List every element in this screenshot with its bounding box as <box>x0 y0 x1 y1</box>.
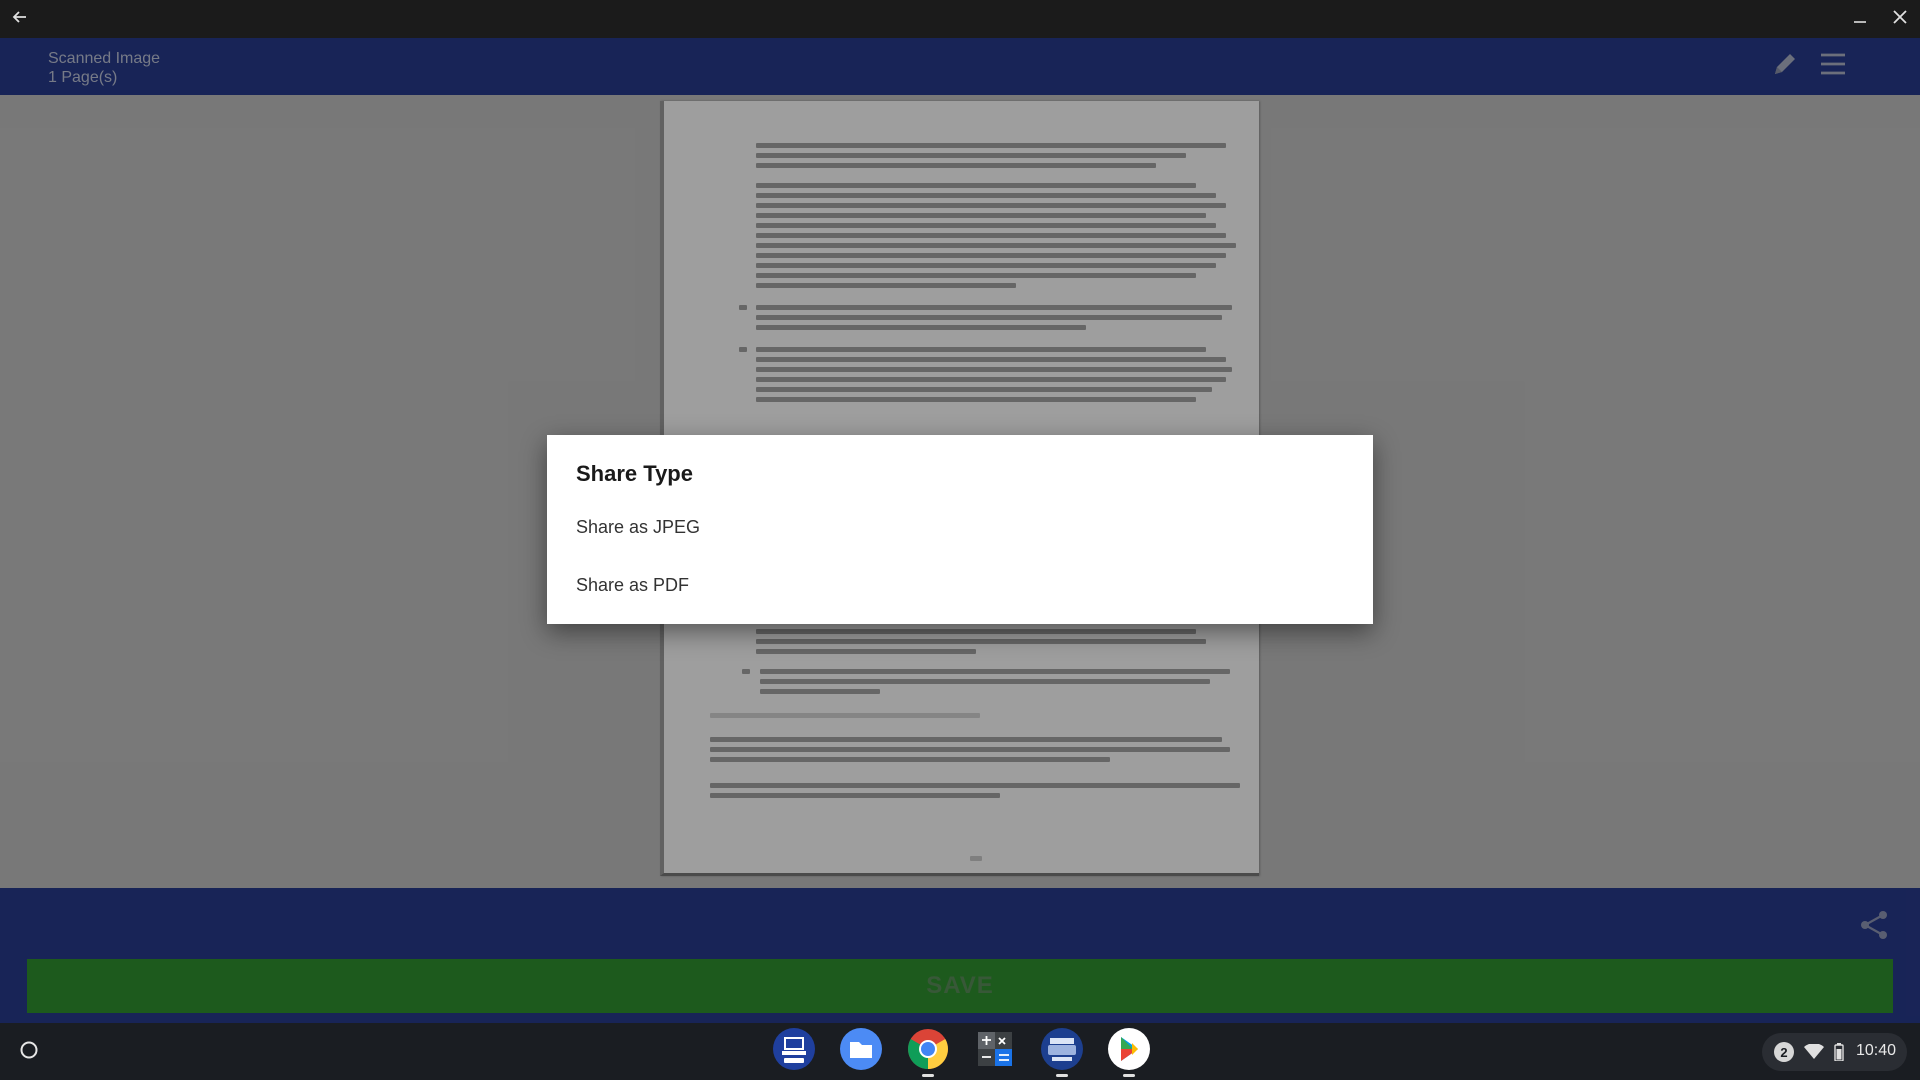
share-as-jpeg-option[interactable]: Share as JPEG <box>576 517 700 538</box>
notification-count-badge: 2 <box>1774 1042 1794 1062</box>
minimize-icon <box>1853 10 1867 29</box>
minimize-button[interactable] <box>1840 0 1880 38</box>
arrow-left-icon <box>12 9 28 30</box>
brother-active-indicator <box>1056 1074 1068 1077</box>
chrome-icon <box>906 1027 950 1076</box>
share-as-pdf-option[interactable]: Share as PDF <box>576 575 689 596</box>
shelf-app-chrome[interactable] <box>906 1027 950 1076</box>
shelf-app-calculator[interactable] <box>973 1029 1017 1073</box>
brother-app-icon <box>1040 1027 1084 1076</box>
shelf-app-brother[interactable] <box>1040 1027 1084 1076</box>
calculator-icon <box>973 1027 1017 1076</box>
play-store-icon <box>1107 1027 1151 1076</box>
chrome-active-indicator <box>922 1074 934 1077</box>
shelf-app-epson[interactable] <box>772 1027 816 1076</box>
close-button[interactable] <box>1880 0 1920 38</box>
wifi-icon <box>1804 1043 1824 1065</box>
back-button[interactable] <box>0 0 40 38</box>
battery-icon <box>1834 1043 1844 1066</box>
launcher-button[interactable] <box>10 1033 48 1071</box>
app-window: Scanned Image 1 Page(s) SAVE Share Type … <box>0 0 1920 1080</box>
share-type-dialog: Share Type Share as JPEG Share as PDF <box>547 435 1373 624</box>
launcher-circle-icon <box>19 1040 39 1065</box>
files-icon <box>839 1027 883 1076</box>
system-shelf <box>0 1023 1920 1080</box>
epson-app-icon <box>772 1027 816 1076</box>
shelf-app-play-store[interactable] <box>1107 1027 1151 1076</box>
clock: 10:40 <box>1856 1042 1897 1059</box>
play-store-active-indicator <box>1123 1074 1135 1077</box>
shelf-app-files[interactable] <box>839 1027 883 1076</box>
dialog-title: Share Type <box>576 461 693 486</box>
close-icon <box>1893 9 1907 29</box>
window-titlebar <box>0 0 1920 38</box>
